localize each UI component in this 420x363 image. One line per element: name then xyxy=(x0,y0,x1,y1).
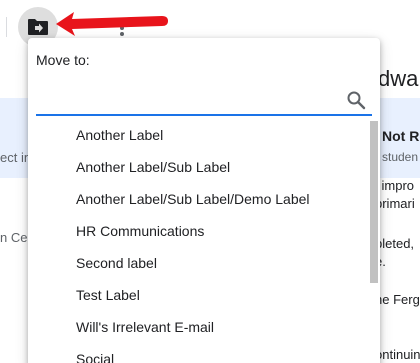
email-sender: studen xyxy=(382,150,419,164)
scrollbar-thumb[interactable] xyxy=(370,121,378,283)
gmail-window: ect in n Ce dwa Not Re studen l impro pr… xyxy=(0,0,420,363)
label-list: Another Label Another Label/Sub Label An… xyxy=(28,119,380,363)
email-body-line: l impro xyxy=(375,178,415,193)
menu-title: Move to: xyxy=(36,52,90,68)
email-body-line: he Ferg xyxy=(375,292,420,307)
label-option[interactable]: Another Label/Sub Label/Demo Label xyxy=(28,183,380,215)
list-item-snippet: ect in xyxy=(0,150,32,165)
search-underline xyxy=(36,114,372,116)
search-input[interactable] xyxy=(36,90,336,112)
label-option[interactable]: Another Label xyxy=(28,119,380,151)
email-body-line: ontinuin xyxy=(375,347,420,362)
toolbar-divider xyxy=(6,17,7,37)
email-subject: Not Re xyxy=(382,128,420,144)
label-option[interactable]: Another Label/Sub Label xyxy=(28,151,380,183)
email-body-line: pleted, xyxy=(375,236,415,251)
red-arrow-annotation xyxy=(56,12,168,36)
label-option[interactable]: HR Communications xyxy=(28,215,380,247)
label-option[interactable]: Social xyxy=(28,343,380,363)
list-item-snippet: n Ce xyxy=(0,230,28,245)
folder-move-icon xyxy=(28,19,48,35)
label-option[interactable]: Will's Irrelevant E-mail xyxy=(28,311,380,343)
search-icon[interactable] xyxy=(346,90,366,110)
move-to-menu: Move to: Another Label Another Label/Sub… xyxy=(28,38,380,363)
label-option[interactable]: Second label xyxy=(28,247,380,279)
email-body-line: primari xyxy=(375,196,415,211)
scrollbar[interactable] xyxy=(368,119,380,363)
page-heading: dwa xyxy=(378,66,419,91)
label-option[interactable]: Test Label xyxy=(28,279,380,311)
